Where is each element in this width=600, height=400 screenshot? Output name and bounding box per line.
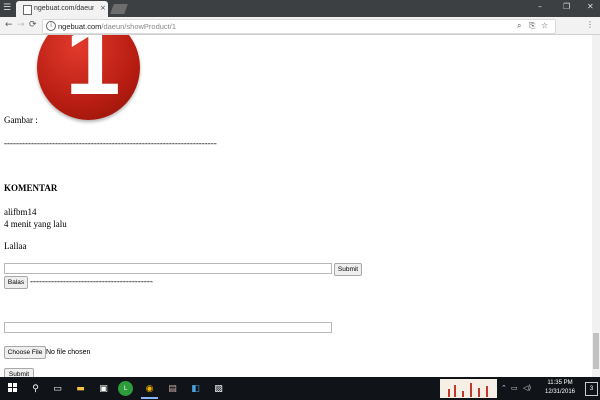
new-comment-input[interactable] (4, 322, 332, 333)
tray-chevron-icon[interactable]: ⌃ (501, 384, 507, 392)
media-app-icon[interactable]: ▣ (95, 380, 112, 397)
clock-time: 11:35 PM (547, 380, 573, 386)
site-info-icon[interactable]: i (46, 21, 56, 31)
windows-taskbar: ⚲ ▭ ▬ ▣ L ◉ ▤ ◧ ▨ (0, 377, 600, 400)
product-image: 1 (37, 35, 140, 120)
taskbar-preview-thumbnail (440, 379, 497, 398)
comment-author: alifbm14 (4, 207, 37, 217)
product-divider: ----------------------------------------… (4, 138, 217, 148)
archive-app-icon[interactable]: ▤ (164, 380, 181, 397)
notification-center-icon[interactable]: 3 (585, 382, 598, 396)
tab-title: ngebuat.com/daeun/sh (34, 5, 94, 12)
zoom-icon[interactable]: ⌕ (517, 21, 521, 31)
clock-date: 12/31/2016 (544, 389, 576, 395)
url-path: /daeun/showProduct/1 (101, 22, 177, 31)
browser-tab-strip: ☰ ngebuat.com/daeun/sh × – ❐ ✕ (0, 0, 600, 17)
task-view-icon[interactable]: ▭ (49, 380, 66, 397)
back-icon[interactable]: ← (5, 20, 13, 31)
page-scrollbar[interactable] (592, 35, 600, 377)
comments-heading: KOMENTAR (4, 183, 58, 193)
forward-icon[interactable]: → (17, 20, 25, 31)
minimize-icon[interactable]: – (538, 2, 542, 11)
app-icon[interactable]: ◧ (187, 380, 204, 397)
new-tab-button[interactable] (110, 4, 128, 14)
tab-close-icon[interactable]: × (100, 4, 106, 12)
page-favicon-icon (23, 5, 32, 15)
volume-icon[interactable]: ◁) (523, 384, 531, 392)
page-content: 1 Gambar : -----------------------------… (0, 35, 592, 377)
url-text: ngebuat.com/daeun/showProduct/1 (58, 20, 176, 33)
translate-icon[interactable]: ⎘ (529, 21, 535, 31)
reply-divider: ----------------------------------------… (30, 276, 153, 286)
file-explorer-icon[interactable]: ▬ (72, 380, 89, 397)
comment-text: Lallaa (4, 241, 27, 251)
browser-toolbar: ← → ⟳ i ngebuat.com/daeun/showProduct/1 … (0, 17, 600, 35)
reply-button[interactable]: Balas (4, 276, 28, 289)
browser-menu-icon[interactable]: ⋮ (586, 20, 594, 29)
choose-file-button[interactable]: Choose File (4, 346, 46, 359)
file-status-text: No file chosen (46, 349, 91, 356)
url-host: ngebuat.com (58, 22, 102, 31)
maximize-icon[interactable]: ❐ (563, 2, 570, 11)
image-label: Gambar : (4, 115, 38, 125)
scrollbar-thumb[interactable] (593, 333, 599, 369)
submit-button[interactable]: Submit (4, 368, 34, 377)
windows-start-icon[interactable] (8, 383, 18, 393)
photos-icon[interactable]: ▨ (210, 380, 227, 397)
chrome-icon[interactable]: ◉ (141, 380, 158, 399)
line-app-icon[interactable]: L (118, 381, 133, 396)
address-bar[interactable]: i ngebuat.com/daeun/showProduct/1 ⌕ ⎘ ☆ (42, 19, 556, 34)
system-clock[interactable]: 11:35 PM 12/31/2016 (538, 379, 582, 397)
browser-tab[interactable]: ngebuat.com/daeun/sh × (16, 1, 108, 17)
network-icon[interactable]: ▭ (511, 384, 518, 392)
reply-input[interactable] (4, 263, 332, 274)
reload-icon[interactable]: ⟳ (29, 20, 37, 31)
window-close-icon[interactable]: ✕ (587, 2, 594, 11)
bookmark-star-icon[interactable]: ☆ (541, 21, 548, 30)
product-image-number: 1 (65, 35, 121, 116)
search-icon[interactable]: ⚲ (27, 380, 44, 397)
app-menu-icon[interactable]: ☰ (3, 3, 13, 13)
reply-submit-button[interactable]: Submit (334, 263, 362, 276)
comment-time: 4 menit yang lalu (4, 219, 67, 229)
